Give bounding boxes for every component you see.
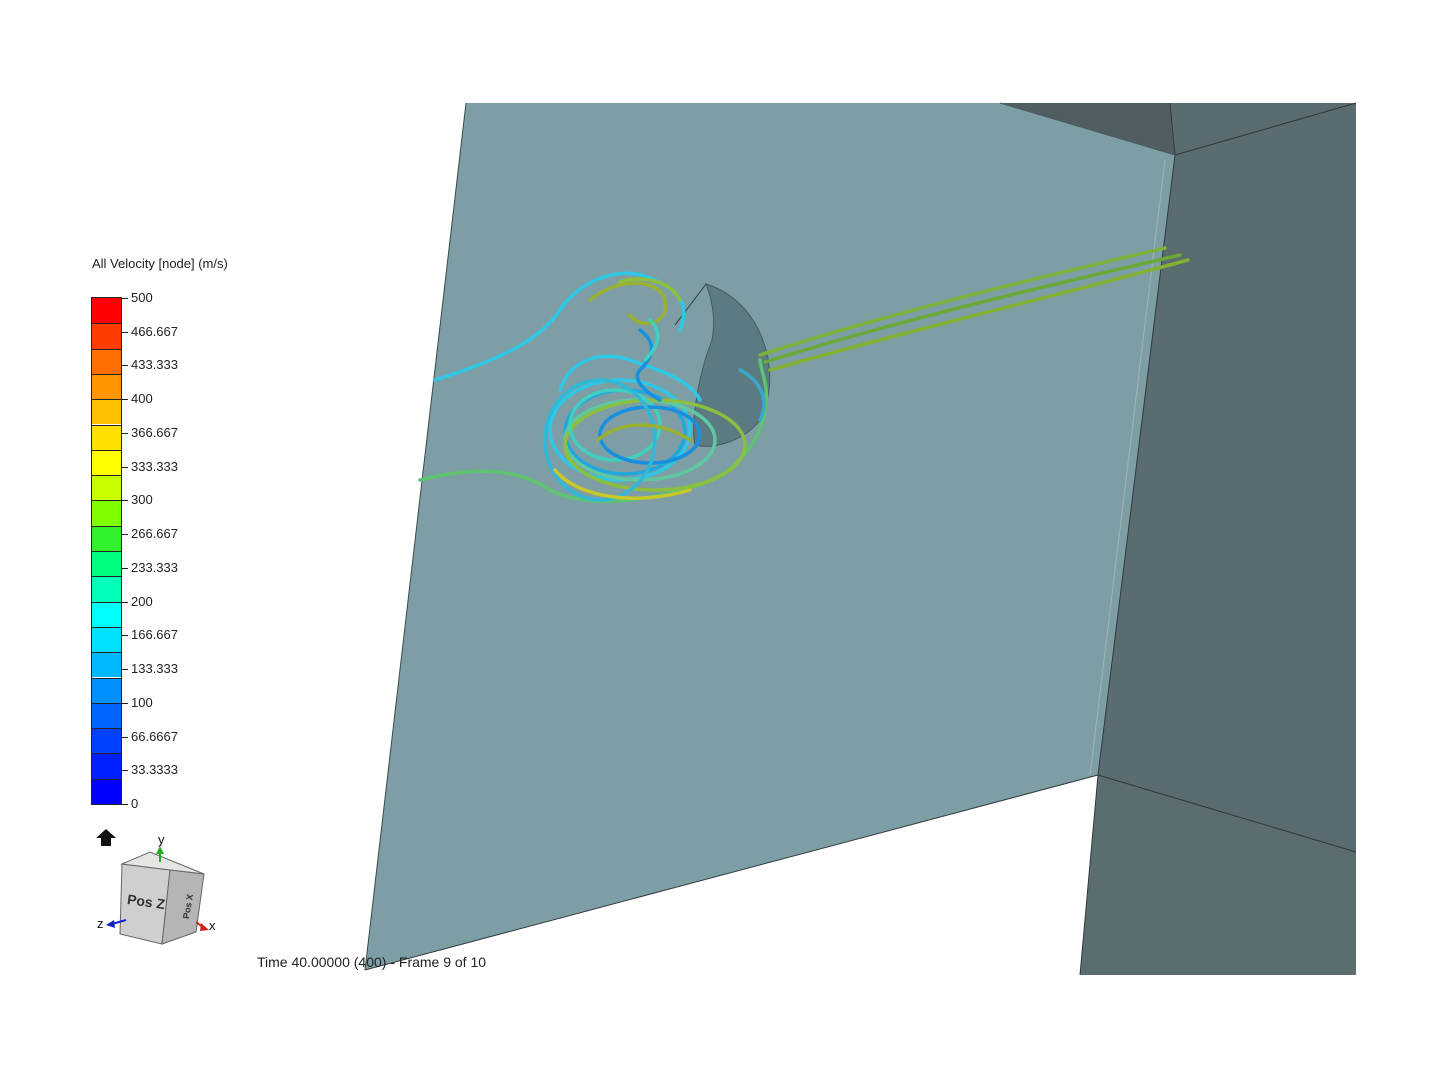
legend-tick-mark [122,804,128,805]
legend-tick-mark [122,601,128,603]
legend-tick-label: 233.333 [131,559,178,575]
legend-tick-mark [122,466,128,468]
legend-color-step [92,373,121,400]
legend-color-step [92,475,121,501]
legend-color-step [92,551,121,577]
legend-tick-label: 500 [131,290,153,305]
legend-tick-mark [122,432,128,434]
legend-color-step [92,298,121,324]
legend-tick-label: 266.667 [131,526,178,542]
legend-tick-label: 300 [131,492,153,508]
legend-color-step [92,778,121,804]
legend-tick-mark [122,500,128,502]
legend-tick-label: 333.333 [131,458,178,474]
legend-tick-mark [122,736,128,738]
time-frame-label: Time 40.00000 (400) - Frame 9 of 10 [257,954,487,970]
legend-color-step [92,525,121,551]
legend-color-step [92,576,121,602]
legend-tick-label: 166.667 [131,627,178,643]
legend-tick-label: 433.333 [131,357,178,373]
legend-tick-label: 200 [131,593,153,609]
legend-tick-mark [122,635,128,637]
legend-tick-mark [122,298,128,299]
legend-tick-label: 0 [131,796,139,811]
axis-label-x: x [209,918,216,933]
legend-color-step [92,601,121,627]
legend-tick-label: 400 [131,391,153,407]
legend-color-step [92,348,121,374]
legend-tick-mark [122,669,128,671]
legend-color-step [92,753,121,779]
orientation-cube[interactable]: Pos Z Pos X y z x [92,832,222,950]
legend-color-step [92,323,121,349]
domain-front-face [365,103,1175,970]
legend-tick-label: 466.667 [131,323,178,339]
legend-tick-mark [122,534,128,536]
legend-color-step [92,652,121,678]
legend-tick-mark [122,567,128,569]
axis-label-y: y [158,832,165,847]
legend-color-step [92,449,121,476]
legend-color-step [92,728,121,754]
legend-tick-label: 66.6667 [131,728,178,744]
legend-tick-mark [122,770,128,772]
legend-color-step [92,500,121,526]
legend-tick-mark [122,702,128,704]
legend-color-step [92,424,121,450]
legend-tick-mark [122,399,128,401]
legend-color-step [92,626,121,653]
legend-tick-label: 366.667 [131,424,178,440]
legend-color-step [92,399,121,425]
legend-tick-label: 133.333 [131,661,178,677]
legend-tick-mark [122,365,128,367]
legend-tick-label: 100 [131,694,153,710]
color-legend-bar [91,297,122,805]
axis-label-z: z [97,916,104,931]
legend-title: All Velocity [node] (m/s) [92,256,228,271]
legend-tick-mark [122,331,128,333]
legend-tick-label: 33.3333 [131,762,178,778]
legend-color-step [92,677,121,703]
legend-color-step [92,702,121,729]
